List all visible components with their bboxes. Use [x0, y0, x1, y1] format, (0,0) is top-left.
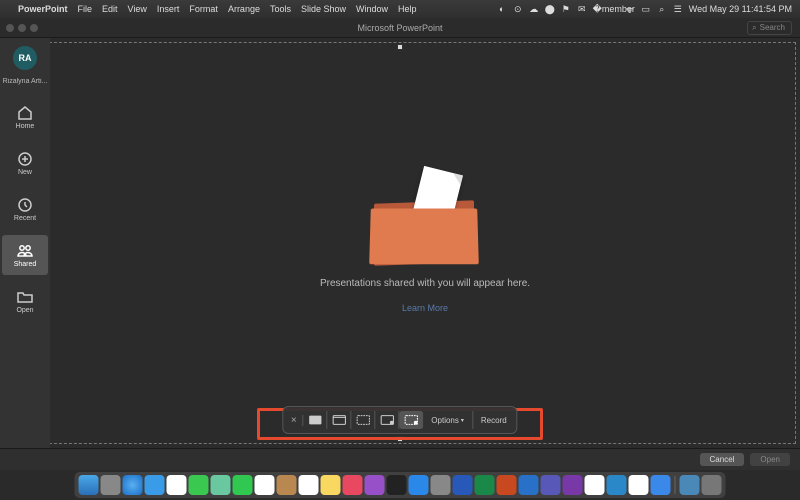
user-avatar[interactable]: RA	[13, 46, 37, 70]
search-icon: ⌕	[752, 23, 756, 33]
dock-app-teams[interactable]	[541, 475, 561, 495]
cancel-button[interactable]: Cancel	[700, 453, 745, 466]
menu-slideshow[interactable]: Slide Show	[301, 4, 346, 14]
control-center-icon[interactable]: ☰	[673, 4, 683, 14]
status-icon[interactable]: ☁	[529, 4, 539, 14]
clock-icon	[17, 197, 33, 213]
dock-app-powerpoint[interactable]	[497, 475, 517, 495]
wifi-icon[interactable]: ᯤ	[625, 4, 635, 14]
dock-app-slack[interactable]	[629, 475, 649, 495]
wifi-icon[interactable]: �member	[609, 4, 619, 14]
dock-app-safari[interactable]	[123, 475, 143, 495]
macos-screenshot-toolbar[interactable]: × Options▾ Record	[282, 406, 517, 434]
dock-app-excel[interactable]	[475, 475, 495, 495]
menu-window[interactable]: Window	[356, 4, 388, 14]
dock-app-word[interactable]	[453, 475, 473, 495]
dock-downloads[interactable]	[680, 475, 700, 495]
menu-file[interactable]: File	[78, 4, 93, 14]
capture-selected-window-button[interactable]	[327, 411, 351, 429]
status-icon[interactable]: ⚑	[561, 4, 571, 14]
dock-app-settings[interactable]	[431, 475, 451, 495]
window-titlebar: Microsoft PowerPoint ⌕ Search	[0, 18, 800, 38]
screenshot-close-button[interactable]: ×	[285, 415, 303, 426]
dock-app-podcasts[interactable]	[365, 475, 385, 495]
empty-state-message: Presentations shared with you will appea…	[320, 278, 530, 289]
dock-separator	[675, 476, 676, 494]
dock-app-reminders[interactable]	[299, 475, 319, 495]
dock-app-mail[interactable]	[145, 475, 165, 495]
window-footer: Cancel Open	[0, 448, 800, 470]
folder-open-icon	[17, 289, 33, 305]
menubar-datetime[interactable]: Wed May 29 11:41:54 PM	[689, 4, 792, 14]
sidebar-item-label: Shared	[14, 261, 37, 268]
menu-insert[interactable]: Insert	[157, 4, 180, 14]
dock-app-music[interactable]	[343, 475, 363, 495]
record-selected-portion-button[interactable]	[399, 411, 423, 429]
chevron-down-icon: ▾	[461, 417, 464, 424]
shared-empty-state: Presentations shared with you will appea…	[50, 38, 800, 448]
dock-app-tv[interactable]	[387, 475, 407, 495]
powerpoint-start-window: Microsoft PowerPoint ⌕ Search RA Rizalyn…	[0, 18, 800, 470]
dock-app-vscode[interactable]	[607, 475, 627, 495]
sidebar-item-label: Open	[16, 307, 33, 314]
menu-arrange[interactable]: Arrange	[228, 4, 260, 14]
menu-format[interactable]: Format	[189, 4, 218, 14]
dock-app-calendar[interactable]	[255, 475, 275, 495]
sidebar-item-label: New	[18, 169, 32, 176]
status-icon[interactable]: ✉	[577, 4, 587, 14]
dock-app-launchpad[interactable]	[101, 475, 121, 495]
menu-view[interactable]: View	[128, 4, 147, 14]
screenshot-options-button[interactable]: Options▾	[423, 411, 473, 429]
dock-trash-icon[interactable]	[702, 475, 722, 495]
capture-entire-screen-button[interactable]	[303, 411, 327, 429]
open-button[interactable]: Open	[750, 453, 790, 466]
record-entire-screen-button[interactable]	[375, 411, 399, 429]
learn-more-link[interactable]: Learn More	[402, 303, 448, 313]
mac-menubar: PowerPoint File Edit View Insert Format …	[0, 0, 800, 18]
menubar-app-name[interactable]: PowerPoint	[18, 4, 68, 14]
menu-tools[interactable]: Tools	[270, 4, 291, 14]
menu-edit[interactable]: Edit	[102, 4, 118, 14]
dock-app-messages[interactable]	[189, 475, 209, 495]
sidebar-item-open[interactable]: Open	[2, 281, 48, 321]
sidebar-item-home[interactable]: Home	[2, 97, 48, 137]
sidebar-item-label: Home	[16, 123, 35, 130]
status-icon[interactable]: ◐	[497, 4, 507, 14]
window-traffic-lights[interactable]	[6, 24, 38, 32]
macos-dock[interactable]	[75, 472, 726, 498]
start-sidebar: RA Rizalyna Arti... Home New Recent Shar…	[0, 38, 50, 448]
sidebar-item-shared[interactable]: Shared	[2, 235, 48, 275]
battery-icon[interactable]: ▭	[641, 4, 651, 14]
dock-app-maps[interactable]	[211, 475, 231, 495]
capture-selected-portion-button[interactable]	[351, 411, 375, 429]
dock-app-outlook[interactable]	[519, 475, 539, 495]
menu-help[interactable]: Help	[398, 4, 417, 14]
shared-folder-illustration	[370, 174, 480, 264]
sidebar-item-label: Recent	[14, 215, 36, 222]
search-placeholder: Search	[760, 23, 785, 32]
plus-circle-icon	[17, 151, 33, 167]
dock-app-onenote[interactable]	[563, 475, 583, 495]
window-title: Microsoft PowerPoint	[357, 23, 442, 33]
dock-app-chrome[interactable]	[585, 475, 605, 495]
status-icon[interactable]: ⊙	[513, 4, 523, 14]
people-icon	[17, 243, 33, 259]
screenshot-record-button[interactable]: Record	[473, 411, 515, 429]
spotlight-icon[interactable]: ⌕	[657, 4, 667, 14]
dock-app-appstore[interactable]	[409, 475, 429, 495]
home-icon	[17, 105, 33, 121]
dock-app-photos[interactable]	[167, 475, 187, 495]
dock-app-contacts[interactable]	[277, 475, 297, 495]
search-input[interactable]: ⌕ Search	[747, 21, 792, 35]
dock-app-finder[interactable]	[79, 475, 99, 495]
status-icon[interactable]: ⬤	[545, 4, 555, 14]
sidebar-item-recent[interactable]: Recent	[2, 189, 48, 229]
dock-app-zoom[interactable]	[651, 475, 671, 495]
dock-app-facetime[interactable]	[233, 475, 253, 495]
user-name-label: Rizalyna Arti...	[2, 78, 48, 85]
dock-app-notes[interactable]	[321, 475, 341, 495]
sidebar-item-new[interactable]: New	[2, 143, 48, 183]
